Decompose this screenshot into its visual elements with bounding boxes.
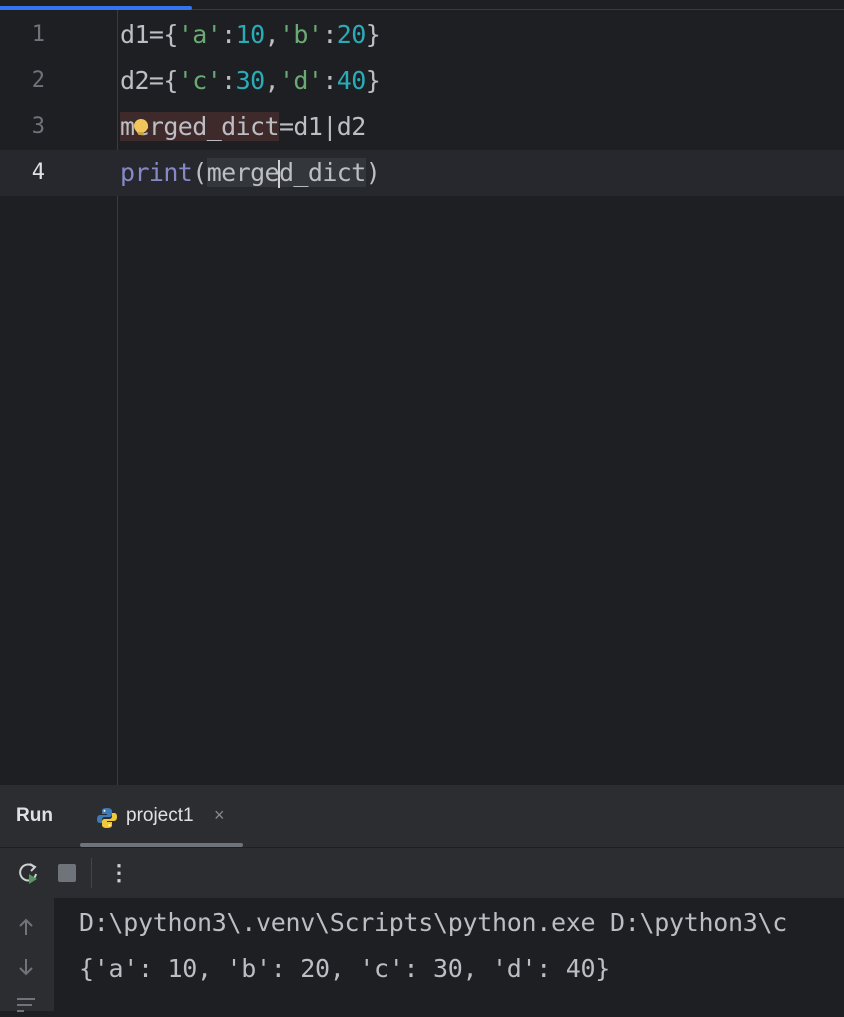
- symbol-read-highlight: merged_dict: [206, 158, 366, 188]
- code-line-2[interactable]: 2 d2={'c':30,'d':40}: [0, 58, 844, 104]
- run-tab-bar: Run project1 ×: [0, 785, 844, 848]
- arrow-down-icon[interactable]: [14, 955, 38, 979]
- code-text: print(merged_dict): [120, 158, 381, 188]
- run-panel-title: Run: [16, 805, 53, 826]
- console-line-output: {'a': 10, 'b': 20, 'c': 30, 'd': 40}: [79, 954, 611, 983]
- code-line-1[interactable]: 1 d1={'a':10,'b':20}: [0, 12, 844, 58]
- run-toolbar: ⋮: [0, 848, 844, 898]
- close-tab-icon[interactable]: ×: [214, 805, 225, 826]
- run-panel: Run project1 × ⋮ D:\python3\.venv\Script…: [0, 785, 844, 1012]
- more-options-icon[interactable]: ⋮: [108, 858, 130, 888]
- loading-progress-bar: [0, 6, 192, 10]
- code-line-3[interactable]: 3 merged_dict=d1|d2: [0, 104, 844, 150]
- intention-lightbulb-icon[interactable]: [131, 118, 151, 138]
- soft-wrap-icon[interactable]: [14, 993, 38, 1017]
- tab-label: project1: [126, 805, 194, 826]
- rerun-icon[interactable]: [15, 860, 41, 886]
- python-icon: [97, 808, 117, 828]
- line-number: 1: [31, 22, 45, 47]
- stop-icon[interactable]: [54, 860, 80, 886]
- line-number: 3: [31, 114, 45, 139]
- code-line-4[interactable]: 4 print(merged_dict): [0, 150, 844, 196]
- code-text: merged_dict=d1|d2: [120, 112, 366, 141]
- code-text: d2={'c':30,'d':40}: [120, 66, 381, 95]
- line-number: 2: [31, 68, 45, 93]
- line-number: 4: [31, 160, 45, 185]
- code-editor[interactable]: 1 d1={'a':10,'b':20} 2 d2={'c':30,'d':40…: [0, 0, 844, 785]
- toolbar-separator: [91, 858, 92, 888]
- console-gutter: [0, 898, 54, 1012]
- tab-project1[interactable]: project1 ×: [80, 785, 243, 847]
- code-text: d1={'a':10,'b':20}: [120, 20, 381, 49]
- console-output[interactable]: D:\python3\.venv\Scripts\python.exe D:\p…: [0, 898, 844, 1012]
- console-line-command: D:\python3\.venv\Scripts\python.exe D:\p…: [79, 908, 788, 937]
- active-tab-indicator: [80, 843, 243, 847]
- arrow-up-icon[interactable]: [14, 915, 38, 939]
